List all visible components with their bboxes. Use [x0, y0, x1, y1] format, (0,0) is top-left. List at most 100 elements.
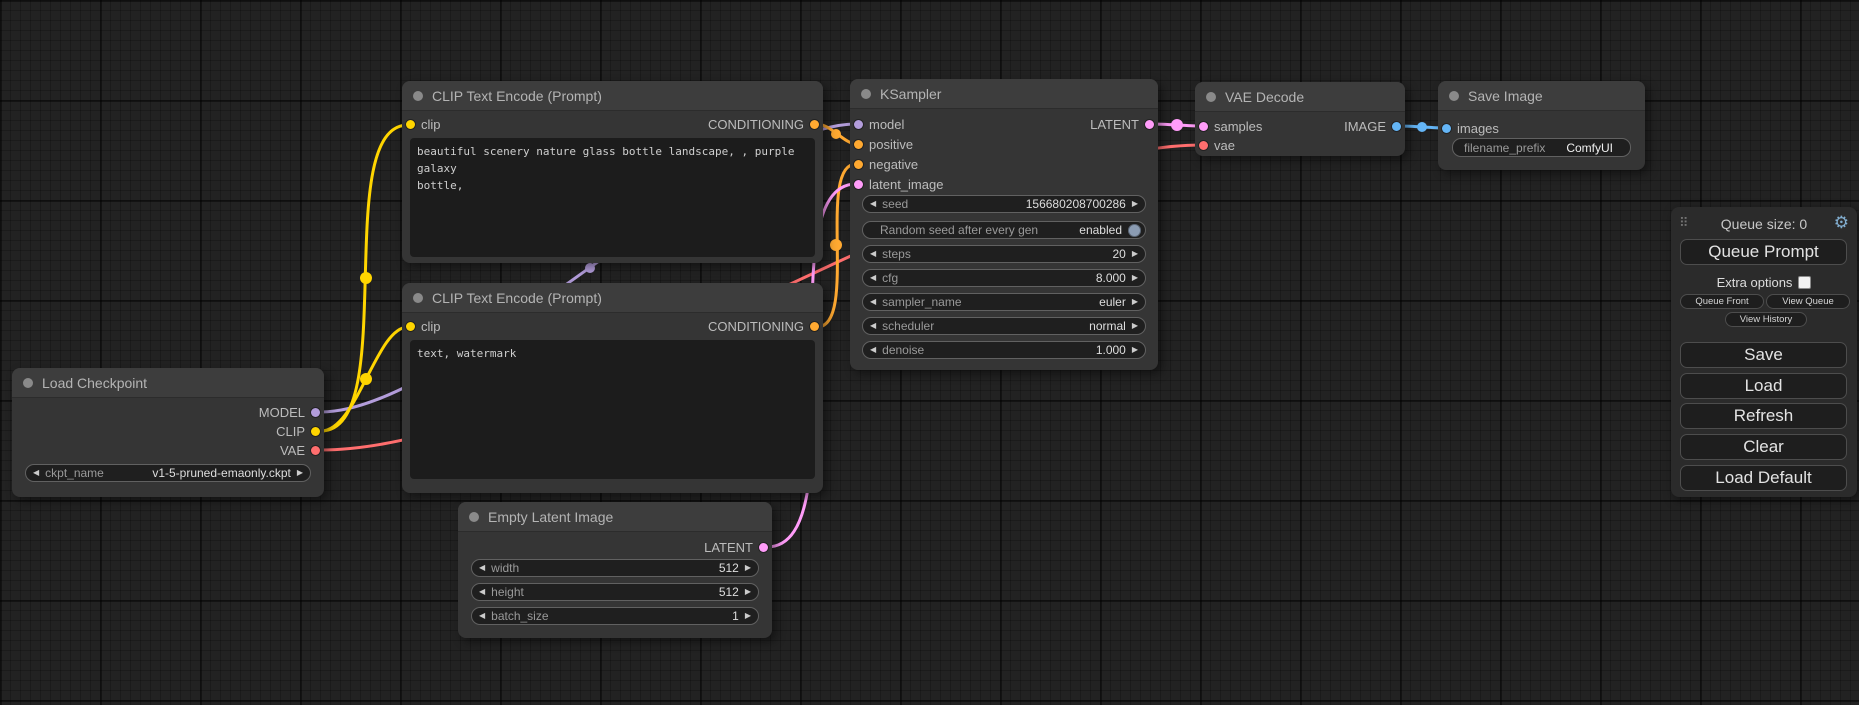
latent-output-dot[interactable]	[759, 543, 768, 552]
clip-input-dot[interactable]	[406, 322, 415, 331]
model-output-dot[interactable]	[311, 408, 320, 417]
widget-value: 1	[732, 609, 739, 623]
output-label: CLIP	[276, 424, 305, 439]
conditioning-output-dot[interactable]	[810, 322, 819, 331]
steps-widget[interactable]: ◀ steps 20 ▶	[862, 245, 1146, 263]
node-vae-decode[interactable]: VAE Decode samples vae IMAGE	[1195, 82, 1405, 156]
scheduler-widget[interactable]: ◀ scheduler normal ▶	[862, 317, 1146, 335]
next-arrow-icon[interactable]: ▶	[1132, 245, 1138, 263]
queue-front-button[interactable]: Queue Front	[1680, 294, 1764, 309]
prev-arrow-icon[interactable]: ◀	[870, 341, 876, 359]
collapse-dot-icon[interactable]	[413, 293, 423, 303]
node-ksampler[interactable]: KSampler model positive negative latent_…	[850, 79, 1158, 370]
seed-widget[interactable]: ◀ seed 156680208700286 ▶	[862, 195, 1146, 213]
collapse-dot-icon[interactable]	[861, 89, 871, 99]
random-seed-widget[interactable]: Random seed after every gen enabled	[862, 221, 1146, 239]
height-widget[interactable]: ◀ height 512 ▶	[471, 583, 759, 601]
settings-gear-icon[interactable]: ⚙	[1834, 212, 1849, 234]
queue-menu-panel: ⠿ Queue size: 0 ⚙ Queue Prompt Extra opt…	[1671, 207, 1857, 497]
save-button[interactable]: Save	[1680, 342, 1847, 368]
widget-label: Random seed after every gen	[880, 223, 1038, 237]
next-arrow-icon[interactable]: ▶	[1132, 317, 1138, 335]
view-queue-button[interactable]: View Queue	[1766, 294, 1850, 309]
collapse-dot-icon[interactable]	[1449, 91, 1459, 101]
images-input-dot[interactable]	[1442, 124, 1451, 133]
input-label: model	[869, 117, 904, 132]
vae-input-dot[interactable]	[1199, 141, 1208, 150]
batch-size-widget[interactable]: ◀ batch_size 1 ▶	[471, 607, 759, 625]
input-label: negative	[869, 157, 918, 172]
collapse-dot-icon[interactable]	[23, 378, 33, 388]
prev-arrow-icon[interactable]: ◀	[870, 269, 876, 287]
load-button[interactable]: Load	[1680, 373, 1847, 399]
node-load-checkpoint[interactable]: Load Checkpoint MODEL CLIP VAE ◀ ckpt_na…	[12, 368, 324, 497]
next-arrow-icon[interactable]: ▶	[745, 559, 751, 577]
refresh-button[interactable]: Refresh	[1680, 403, 1847, 429]
width-widget[interactable]: ◀ width 512 ▶	[471, 559, 759, 577]
node-title: CLIP Text Encode (Prompt)	[432, 88, 602, 104]
vae-output-dot[interactable]	[311, 446, 320, 455]
negative-input-dot[interactable]	[854, 160, 863, 169]
prev-arrow-icon[interactable]: ◀	[479, 607, 485, 625]
node-title-bar[interactable]: VAE Decode	[1195, 82, 1405, 112]
clip-input-dot[interactable]	[406, 120, 415, 129]
link-dot-model	[585, 263, 595, 273]
next-arrow-icon[interactable]: ▶	[1132, 293, 1138, 311]
next-arrow-icon[interactable]: ▶	[1132, 341, 1138, 359]
conditioning-output-dot[interactable]	[810, 120, 819, 129]
node-clip-text-encode-negative[interactable]: CLIP Text Encode (Prompt) clip CONDITION…	[402, 283, 823, 493]
next-arrow-icon[interactable]: ▶	[297, 464, 303, 482]
filename-prefix-widget[interactable]: filename_prefix ComfyUI	[1452, 138, 1631, 157]
toggle-dot-icon[interactable]	[1128, 224, 1141, 237]
clear-button[interactable]: Clear	[1680, 434, 1847, 460]
widget-label: ckpt_name	[45, 466, 104, 480]
view-history-button[interactable]: View History	[1725, 312, 1807, 327]
prev-arrow-icon[interactable]: ◀	[870, 245, 876, 263]
collapse-dot-icon[interactable]	[469, 512, 479, 522]
queue-prompt-button[interactable]: Queue Prompt	[1680, 239, 1847, 265]
output-slot-latent: LATENT	[704, 538, 768, 556]
latent-output-dot[interactable]	[1145, 120, 1154, 129]
node-title-bar[interactable]: CLIP Text Encode (Prompt)	[402, 283, 823, 313]
prev-arrow-icon[interactable]: ◀	[479, 559, 485, 577]
next-arrow-icon[interactable]: ▶	[745, 607, 751, 625]
positive-prompt-textarea[interactable]: beautiful scenery nature glass bottle la…	[410, 138, 815, 257]
negative-prompt-textarea[interactable]: text, watermark	[410, 340, 815, 479]
ckpt-name-widget[interactable]: ◀ ckpt_name v1-5-pruned-emaonly.ckpt ▶	[25, 464, 311, 482]
model-input-dot[interactable]	[854, 120, 863, 129]
node-title-bar[interactable]: Save Image	[1438, 81, 1645, 111]
prev-arrow-icon[interactable]: ◀	[33, 464, 39, 482]
denoise-widget[interactable]: ◀ denoise 1.000 ▶	[862, 341, 1146, 359]
node-title-bar[interactable]: Load Checkpoint	[12, 368, 324, 398]
node-title-bar[interactable]: KSampler	[850, 79, 1158, 109]
output-label: MODEL	[259, 405, 305, 420]
next-arrow-icon[interactable]: ▶	[1132, 195, 1138, 213]
sampler-name-widget[interactable]: ◀ sampler_name euler ▶	[862, 293, 1146, 311]
node-title-bar[interactable]: Empty Latent Image	[458, 502, 772, 532]
input-slot-positive: positive	[854, 135, 913, 153]
node-title-bar[interactable]: CLIP Text Encode (Prompt)	[402, 81, 823, 111]
collapse-dot-icon[interactable]	[1206, 92, 1216, 102]
prev-arrow-icon[interactable]: ◀	[479, 583, 485, 601]
widget-value: 1.000	[1096, 343, 1126, 357]
output-slot-latent: LATENT	[1090, 115, 1154, 133]
cfg-widget[interactable]: ◀ cfg 8.000 ▶	[862, 269, 1146, 287]
positive-input-dot[interactable]	[854, 140, 863, 149]
node-clip-text-encode-positive[interactable]: CLIP Text Encode (Prompt) clip CONDITION…	[402, 81, 823, 263]
prev-arrow-icon[interactable]: ◀	[870, 195, 876, 213]
output-label: CONDITIONING	[708, 319, 804, 334]
load-default-button[interactable]: Load Default	[1680, 465, 1847, 491]
extra-options-checkbox[interactable]	[1798, 276, 1811, 289]
node-save-image[interactable]: Save Image images filename_prefix ComfyU…	[1438, 81, 1645, 170]
prev-arrow-icon[interactable]: ◀	[870, 293, 876, 311]
collapse-dot-icon[interactable]	[413, 91, 423, 101]
node-empty-latent-image[interactable]: Empty Latent Image LATENT ◀ width 512 ▶ …	[458, 502, 772, 638]
prev-arrow-icon[interactable]: ◀	[870, 317, 876, 335]
clip-output-dot[interactable]	[311, 427, 320, 436]
samples-input-dot[interactable]	[1199, 122, 1208, 131]
widget-label: sampler_name	[882, 295, 961, 309]
image-output-dot[interactable]	[1392, 122, 1401, 131]
next-arrow-icon[interactable]: ▶	[745, 583, 751, 601]
latent-input-dot[interactable]	[854, 180, 863, 189]
next-arrow-icon[interactable]: ▶	[1132, 269, 1138, 287]
